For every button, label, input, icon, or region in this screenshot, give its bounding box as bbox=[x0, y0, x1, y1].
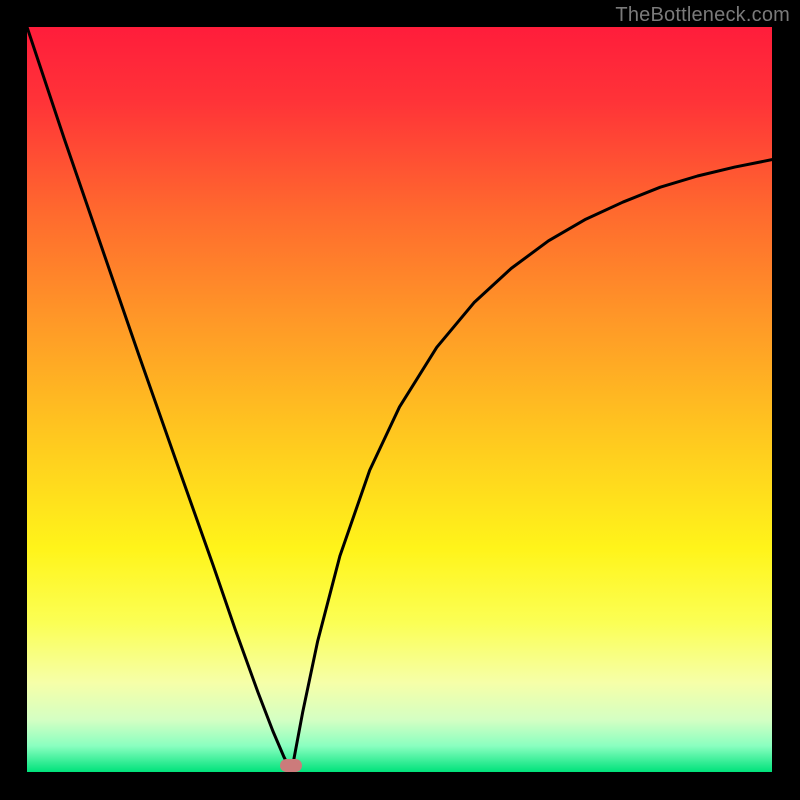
bottleneck-curve bbox=[27, 27, 772, 772]
optimal-point-marker bbox=[280, 759, 302, 772]
watermark-text: TheBottleneck.com bbox=[615, 4, 790, 27]
plot-area bbox=[27, 27, 772, 772]
